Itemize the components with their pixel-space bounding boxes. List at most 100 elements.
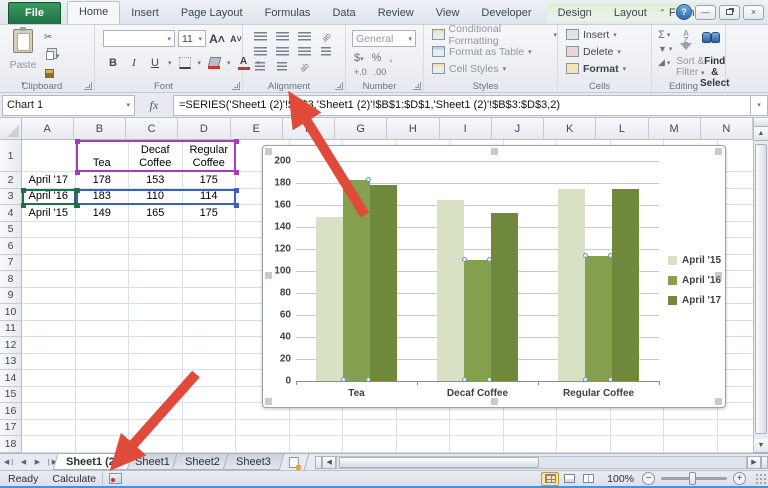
row-header-15[interactable]: 15 <box>0 386 22 403</box>
bar-April '15-Decaf Coffee[interactable] <box>437 199 464 381</box>
cell-B11[interactable] <box>75 320 129 337</box>
cell-D13[interactable] <box>182 353 236 370</box>
cell-E17[interactable] <box>236 419 290 436</box>
cell-D10[interactable] <box>182 304 236 321</box>
row-header-16[interactable]: 16 <box>0 403 22 420</box>
cell-A6[interactable] <box>22 238 76 255</box>
chart-plot-area[interactable]: 0 20 40 60 80 100 120 140 160 180 200 Tea Decaf Coff… <box>274 156 660 399</box>
bar-April '16-Regular Coffee[interactable] <box>585 255 612 381</box>
cell-B3[interactable]: 183 <box>75 188 129 205</box>
alignment-dialog-launcher-icon[interactable] <box>335 82 343 90</box>
page-break-view-button[interactable] <box>579 472 597 486</box>
cell-A8[interactable] <box>22 271 76 288</box>
cell-C12[interactable] <box>129 337 183 354</box>
tab-view[interactable]: View <box>425 3 471 24</box>
number-format-select[interactable]: General ▾ <box>352 30 416 47</box>
format-painter-button[interactable] <box>44 67 74 80</box>
column-header-N[interactable]: N <box>700 118 753 140</box>
cell-A4[interactable]: April '15 <box>22 205 76 222</box>
chart-selection-handle[interactable] <box>265 398 269 402</box>
italic-button[interactable]: I <box>126 55 142 71</box>
zoom-level[interactable]: 100% <box>607 473 634 485</box>
legend-item-April '17[interactable]: April '17 <box>668 290 721 310</box>
cell-B18[interactable] <box>75 436 129 453</box>
shrink-font-button[interactable]: A˅ <box>228 31 244 47</box>
align-top-icon[interactable] <box>253 32 267 41</box>
column-header-E[interactable]: E <box>230 118 283 140</box>
fill-button[interactable]: ▼ ▾ <box>658 44 672 54</box>
cell-B4[interactable]: 149 <box>75 205 129 222</box>
cell-D2[interactable]: 175 <box>182 172 236 189</box>
column-header-I[interactable]: I <box>439 118 492 140</box>
delete-cells-button[interactable]: Delete ▾ <box>566 44 651 59</box>
cell-G17[interactable] <box>343 419 397 436</box>
cell-styles-button[interactable]: Cell Styles ▾ <box>432 61 557 76</box>
zoom-in-button[interactable]: + <box>733 472 746 485</box>
align-right-icon[interactable] <box>297 47 311 56</box>
row-header-4[interactable]: 4 <box>0 205 22 222</box>
formula-input[interactable]: =SERIES('Sheet1 (2)'!$A$3,'Sheet1 (2)'!$… <box>173 94 750 116</box>
clear-button[interactable]: ◢ ▾ <box>658 57 672 68</box>
row-header-13[interactable]: 13 <box>0 353 22 370</box>
row-header-2[interactable]: 2 <box>0 172 22 189</box>
scroll-right-button[interactable]: ▶ <box>747 455 761 469</box>
cell-D18[interactable] <box>182 436 236 453</box>
format-cells-button[interactable]: Format ▾ <box>566 61 651 76</box>
cell-A3[interactable]: April '16 <box>22 188 76 205</box>
help-icon[interactable]: ? <box>676 4 692 20</box>
font-dialog-launcher-icon[interactable] <box>232 82 240 90</box>
expand-formula-bar-icon[interactable]: ▾ <box>750 94 768 116</box>
bar-April '15-Tea[interactable] <box>316 217 343 381</box>
chart-selection-handle[interactable] <box>715 148 719 152</box>
cell-D5[interactable] <box>182 221 236 238</box>
tab-file[interactable]: File <box>8 2 61 24</box>
cell-A5[interactable] <box>22 221 76 238</box>
tab-split-handle[interactable] <box>315 455 323 469</box>
number-dialog-launcher-icon[interactable] <box>413 82 421 90</box>
increase-decimal-icon[interactable]: +.0 <box>354 67 367 77</box>
cell-B13[interactable] <box>75 353 129 370</box>
chart-selection-handle[interactable] <box>265 272 269 276</box>
window-close-button[interactable]: × <box>743 4 764 20</box>
cell-A18[interactable] <box>22 436 76 453</box>
column-header-D[interactable]: D <box>178 118 231 140</box>
cell-C15[interactable] <box>129 386 183 403</box>
cell-C9[interactable] <box>129 287 183 304</box>
chart-selection-handle[interactable] <box>265 148 269 152</box>
cell-L18[interactable] <box>610 436 664 453</box>
vertical-split-handle[interactable] <box>754 118 768 127</box>
horizontal-scroll-thumb[interactable] <box>339 456 540 468</box>
macro-record-icon[interactable] <box>109 473 123 484</box>
row-header-1[interactable]: 1 <box>0 140 22 172</box>
cell-D6[interactable] <box>182 238 236 255</box>
bar-April '16-Decaf Coffee[interactable] <box>464 260 491 381</box>
merge-center-icon[interactable] <box>321 47 331 56</box>
cell-A13[interactable] <box>22 353 76 370</box>
scroll-split-handle[interactable] <box>761 455 768 469</box>
chart-selection-handle[interactable] <box>715 272 719 276</box>
cell-A11[interactable] <box>22 320 76 337</box>
underline-button[interactable]: U <box>147 55 163 71</box>
cell-D8[interactable] <box>182 271 236 288</box>
zoom-slider[interactable] <box>661 472 727 485</box>
row-header-6[interactable]: 6 <box>0 238 22 255</box>
cell-D12[interactable] <box>182 337 236 354</box>
cell-A10[interactable] <box>22 304 76 321</box>
cell-C13[interactable] <box>129 353 183 370</box>
conditional-formatting-button[interactable]: Conditional Formatting ▾ <box>432 23 557 47</box>
cell-I18[interactable] <box>450 436 504 453</box>
zoom-out-button[interactable]: − <box>642 472 655 485</box>
column-header-L[interactable]: L <box>596 118 649 140</box>
cell-B5[interactable] <box>75 221 129 238</box>
cell-B17[interactable] <box>75 419 129 436</box>
cell-B6[interactable] <box>75 238 129 255</box>
cell-B12[interactable] <box>75 337 129 354</box>
column-header-A[interactable]: A <box>21 118 74 140</box>
insert-function-button[interactable]: fx <box>135 98 173 113</box>
bar-April '15-Regular Coffee[interactable] <box>558 188 585 381</box>
scroll-down-button[interactable]: ▼ <box>754 439 768 453</box>
cell-A9[interactable] <box>22 287 76 304</box>
cell-K17[interactable] <box>557 419 611 436</box>
row-header-5[interactable]: 5 <box>0 221 22 238</box>
row-header-9[interactable]: 9 <box>0 287 22 304</box>
